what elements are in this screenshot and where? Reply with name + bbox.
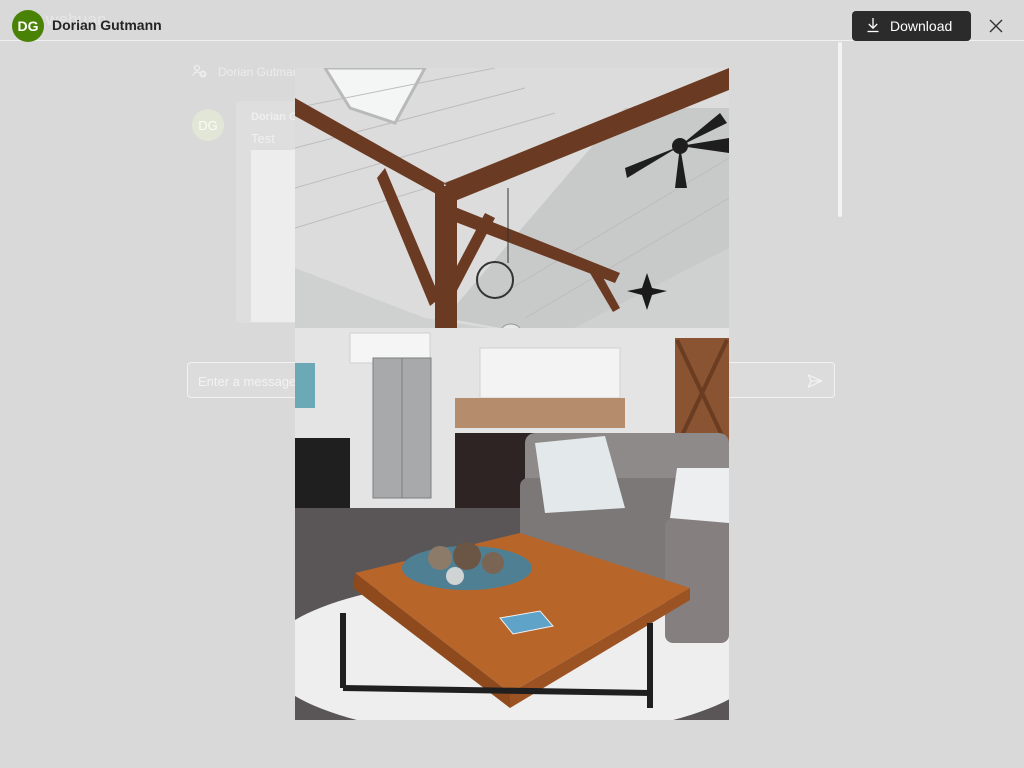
participants-label: Dorian Gutman bbox=[218, 65, 300, 79]
participants-row[interactable]: Dorian Gutman bbox=[192, 62, 299, 82]
download-button[interactable]: Download bbox=[852, 11, 971, 41]
message-avatar: DG bbox=[192, 109, 224, 141]
photo-illustration bbox=[295, 68, 729, 720]
send-icon bbox=[807, 373, 823, 389]
send-button[interactable] bbox=[806, 372, 824, 390]
download-label: Download bbox=[890, 18, 953, 34]
download-icon bbox=[866, 17, 880, 36]
message-sender: Dorian G bbox=[251, 111, 298, 123]
participants-icon bbox=[192, 63, 208, 82]
photo-preview bbox=[295, 68, 729, 720]
close-button[interactable] bbox=[986, 16, 1006, 36]
avatar: DG bbox=[12, 10, 44, 42]
message-text: Test bbox=[251, 131, 275, 146]
scrollbar[interactable] bbox=[838, 42, 842, 217]
close-icon bbox=[989, 19, 1003, 33]
owner-name: Dorian Gutmann bbox=[52, 17, 162, 33]
